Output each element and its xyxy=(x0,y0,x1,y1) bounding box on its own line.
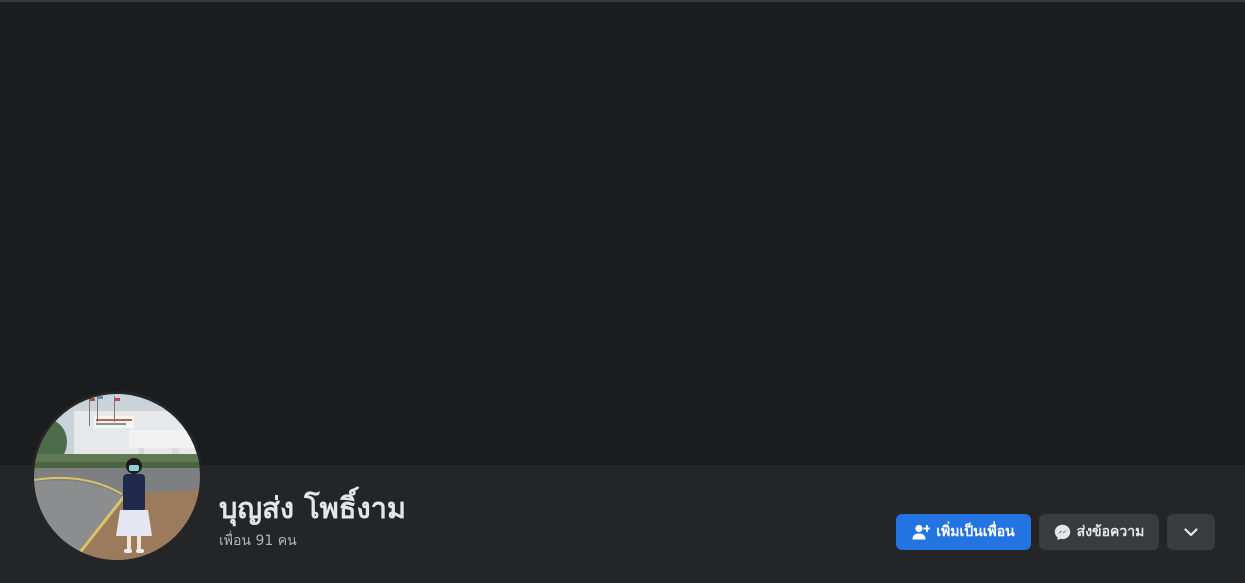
profile-name: บุญส่ง โพธิ์งาม xyxy=(219,491,407,525)
message-label: ส่งข้อความ xyxy=(1076,524,1145,540)
add-friend-icon xyxy=(912,524,931,540)
message-button[interactable]: ส่งข้อความ xyxy=(1039,514,1159,550)
add-friend-label: เพิ่มเป็นเพื่อน xyxy=(936,524,1015,540)
friends-count[interactable]: เพื่อน 91 คน xyxy=(219,531,297,551)
chevron-down-icon xyxy=(1184,527,1198,537)
add-friend-button[interactable]: เพิ่มเป็นเพื่อน xyxy=(896,514,1031,550)
avatar[interactable] xyxy=(34,394,200,560)
avatar-photo xyxy=(34,394,200,560)
messenger-icon xyxy=(1054,524,1071,541)
cover-photo[interactable] xyxy=(0,2,1245,465)
more-options-button[interactable] xyxy=(1167,514,1215,550)
